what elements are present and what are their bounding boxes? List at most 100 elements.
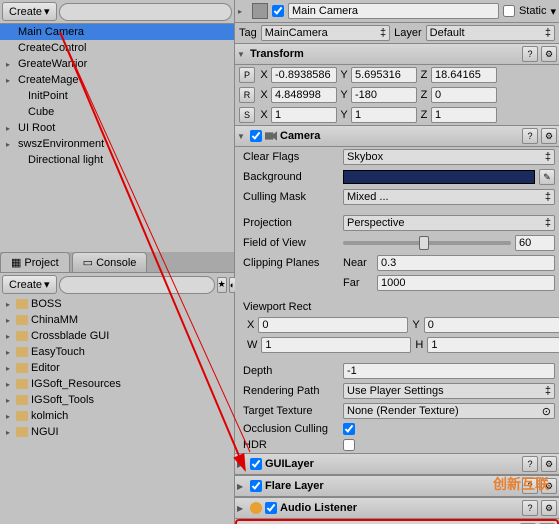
rot-z-input[interactable]: [431, 87, 497, 103]
component-header[interactable]: ▶GUILayer?⚙: [235, 453, 559, 475]
hdr-checkbox[interactable]: [343, 439, 355, 451]
hierarchy-item[interactable]: Cube: [0, 104, 234, 120]
hierarchy-item[interactable]: Directional light: [0, 152, 234, 168]
clear-flags-dropdown[interactable]: Skybox‡: [343, 149, 555, 165]
fold-icon[interactable]: ▶: [237, 504, 247, 513]
near-input[interactable]: [377, 255, 555, 271]
gear-icon[interactable]: ⚙: [541, 500, 557, 516]
camera-enabled-checkbox[interactable]: [250, 130, 262, 142]
hierarchy-item[interactable]: InitPoint: [0, 88, 234, 104]
eyedropper-icon[interactable]: ✎: [539, 169, 555, 185]
vp-h-input[interactable]: [427, 337, 559, 353]
scl-z-input[interactable]: [431, 107, 497, 123]
transform-header[interactable]: ▼ Transform ? ⚙: [235, 43, 559, 65]
vp-w-input[interactable]: [261, 337, 411, 353]
expand-icon[interactable]: ▸: [6, 60, 10, 69]
create-button-project[interactable]: Create ▾: [2, 275, 57, 294]
hierarchy-item[interactable]: ▸CreateMage: [0, 72, 234, 88]
render-path-dropdown[interactable]: Use Player Settings‡: [343, 383, 555, 399]
object-name-input[interactable]: [288, 3, 499, 19]
far-input[interactable]: [377, 275, 555, 291]
pos-x-input[interactable]: [271, 67, 337, 83]
component-header[interactable]: ▶Audio Listener?⚙: [235, 497, 559, 519]
position-button[interactable]: P: [239, 67, 255, 83]
project-search-input[interactable]: [59, 276, 215, 294]
scale-button[interactable]: S: [239, 107, 255, 123]
expand-icon[interactable]: ▸: [6, 428, 10, 437]
target-tex-field[interactable]: None (Render Texture)⊙: [343, 403, 555, 419]
hierarchy-item[interactable]: Main Camera: [0, 24, 234, 40]
background-color[interactable]: [343, 170, 535, 184]
component-header[interactable]: ▶Audio Source?⚙: [235, 519, 559, 524]
depth-input[interactable]: [343, 363, 555, 379]
hierarchy-panel[interactable]: Main CameraCreateControl▸GreateWarrior▸C…: [0, 23, 234, 252]
help-icon[interactable]: ?: [522, 456, 538, 472]
help-icon[interactable]: ?: [522, 46, 538, 62]
camera-header[interactable]: ▼ Camera ? ⚙: [235, 125, 559, 147]
expand-icon[interactable]: ▸: [6, 124, 10, 133]
expand-icon[interactable]: ▸: [6, 76, 10, 85]
pos-z-input[interactable]: [431, 67, 497, 83]
rotation-button[interactable]: R: [239, 87, 255, 103]
tab-project[interactable]: ▦Project: [0, 252, 70, 272]
scl-x-input[interactable]: [271, 107, 337, 123]
help-icon[interactable]: ?: [522, 478, 538, 494]
rot-y-input[interactable]: [351, 87, 417, 103]
expand-icon[interactable]: ▸: [6, 348, 10, 357]
fov-input[interactable]: [515, 235, 555, 251]
project-item[interactable]: ▸Crossblade GUI: [0, 328, 234, 344]
component-enabled-checkbox[interactable]: [265, 502, 277, 514]
project-item[interactable]: ▸IGSoft_Tools: [0, 392, 234, 408]
static-checkbox[interactable]: [503, 5, 515, 17]
expand-icon[interactable]: ▸: [6, 396, 10, 405]
occlusion-checkbox[interactable]: [343, 423, 355, 435]
help-icon[interactable]: ?: [522, 500, 538, 516]
fold-icon[interactable]: ▶: [237, 482, 247, 491]
component-enabled-checkbox[interactable]: [250, 480, 262, 492]
rot-x-input[interactable]: [271, 87, 337, 103]
project-item[interactable]: ▸BOSS: [0, 296, 234, 312]
filter-icon[interactable]: ★: [217, 277, 227, 293]
project-item[interactable]: ▸kolmich: [0, 408, 234, 424]
project-item[interactable]: ▸Editor: [0, 360, 234, 376]
gear-icon[interactable]: ⚙: [541, 456, 557, 472]
scl-y-input[interactable]: [351, 107, 417, 123]
layer-dropdown[interactable]: Default‡: [426, 25, 555, 41]
help-icon[interactable]: ?: [522, 128, 538, 144]
fold-icon[interactable]: ▶: [237, 460, 247, 469]
expand-icon[interactable]: ▸: [6, 364, 10, 373]
vp-y-input[interactable]: [424, 317, 559, 333]
culling-dropdown[interactable]: Mixed ...‡: [343, 189, 555, 205]
hierarchy-search-input[interactable]: [59, 3, 232, 21]
fold-icon[interactable]: ▼: [237, 132, 247, 141]
fov-slider[interactable]: [343, 241, 511, 245]
pos-y-input[interactable]: [351, 67, 417, 83]
component-enabled-checkbox[interactable]: [250, 458, 262, 470]
project-item[interactable]: ▸NGUI: [0, 424, 234, 440]
project-item[interactable]: ▸ChinaMM: [0, 312, 234, 328]
component-header[interactable]: ▶Flare Layer?⚙: [235, 475, 559, 497]
hierarchy-item[interactable]: CreateControl: [0, 40, 234, 56]
hierarchy-item[interactable]: ▸GreateWarrior: [0, 56, 234, 72]
project-item[interactable]: ▸EasyTouch: [0, 344, 234, 360]
expand-icon[interactable]: ▸: [6, 316, 10, 325]
create-button[interactable]: Create ▾: [2, 2, 57, 21]
tag-dropdown[interactable]: MainCamera‡: [261, 25, 390, 41]
tab-console[interactable]: ▭Console: [72, 252, 148, 272]
hierarchy-item[interactable]: ▸swszEnvironment: [0, 136, 234, 152]
expand-icon[interactable]: ▸: [6, 140, 10, 149]
fold-icon[interactable]: ▸: [238, 7, 248, 16]
vp-x-input[interactable]: [258, 317, 408, 333]
project-item[interactable]: ▸IGSoft_Resources: [0, 376, 234, 392]
expand-icon[interactable]: ▸: [6, 412, 10, 421]
static-dropdown-icon[interactable]: ▾: [550, 5, 556, 18]
active-checkbox[interactable]: [272, 5, 284, 17]
hierarchy-item[interactable]: ▸UI Root: [0, 120, 234, 136]
gear-icon[interactable]: ⚙: [541, 128, 557, 144]
gear-icon[interactable]: ⚙: [541, 478, 557, 494]
expand-icon[interactable]: ▸: [6, 300, 10, 309]
projection-dropdown[interactable]: Perspective‡: [343, 215, 555, 231]
gear-icon[interactable]: ⚙: [541, 46, 557, 62]
project-panel[interactable]: ▸BOSS▸ChinaMM▸Crossblade GUI▸EasyTouch▸E…: [0, 296, 234, 524]
expand-icon[interactable]: ▸: [6, 380, 10, 389]
